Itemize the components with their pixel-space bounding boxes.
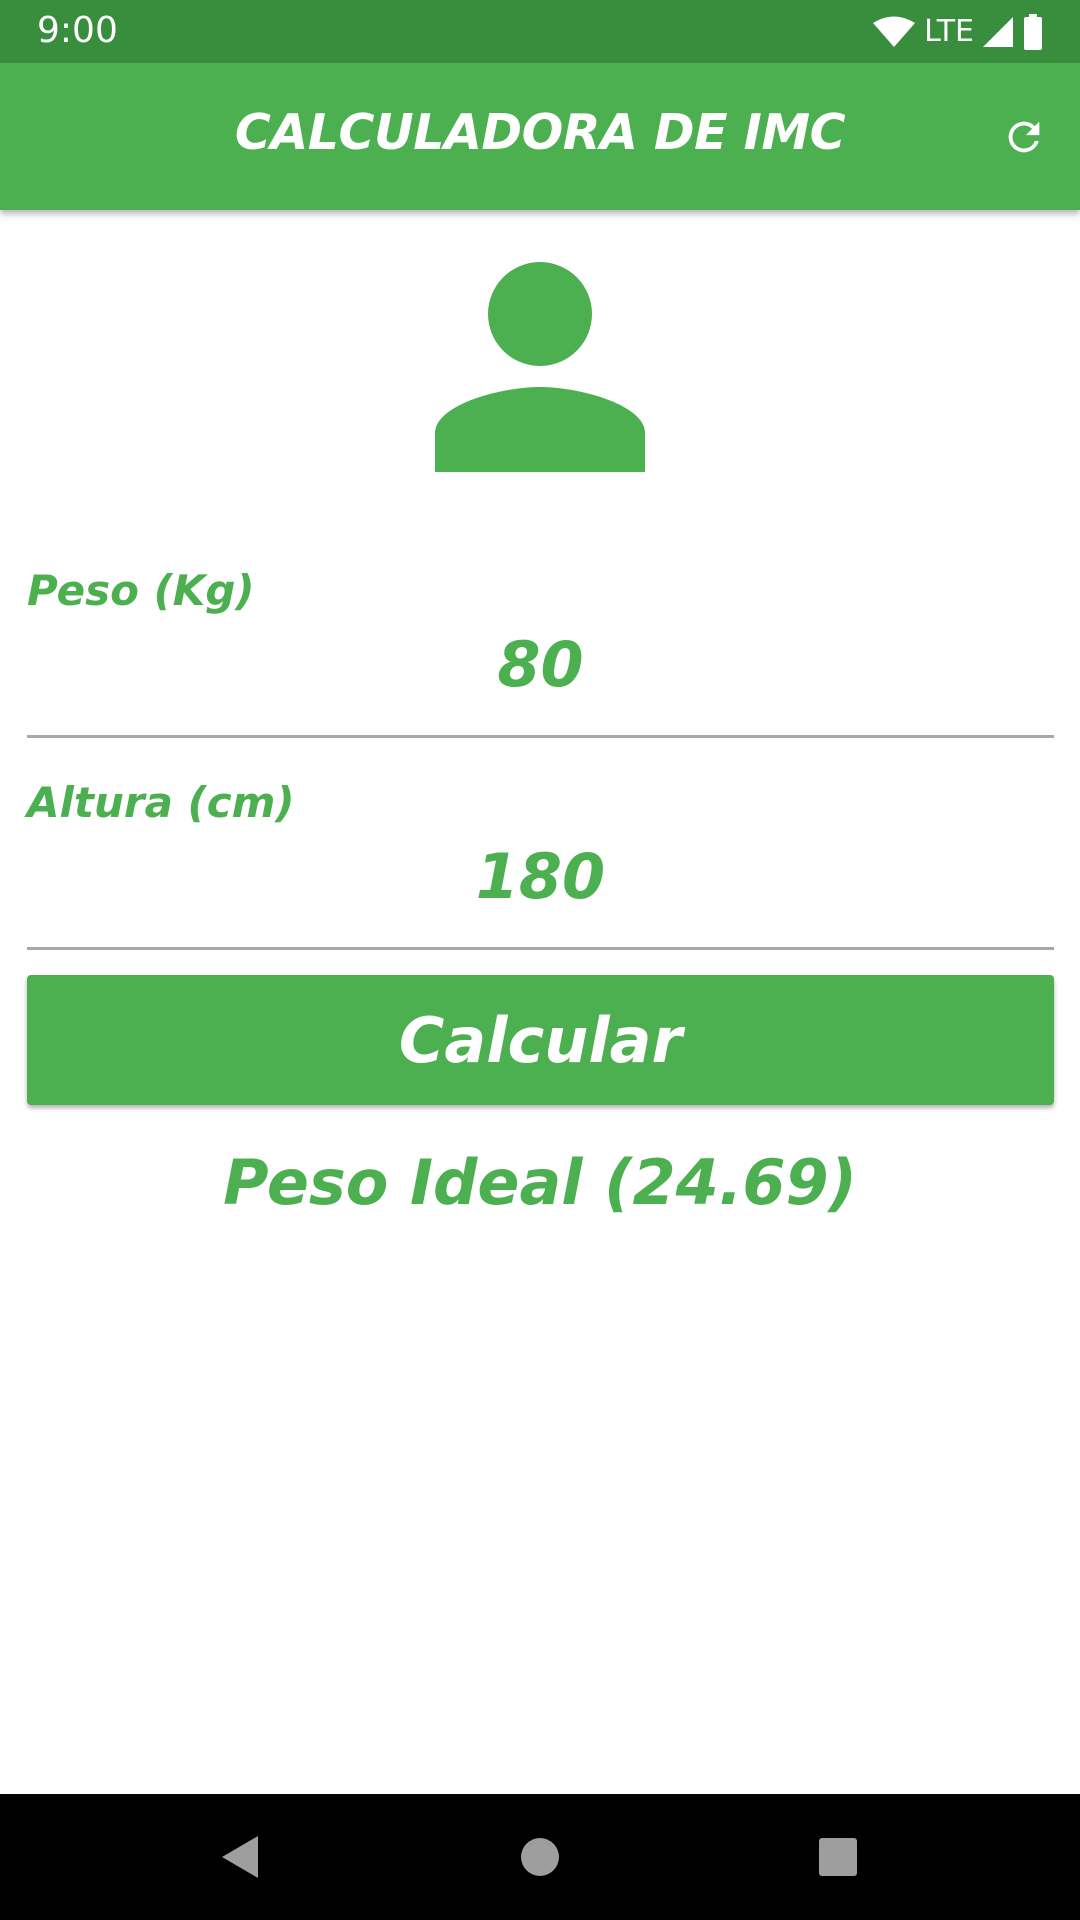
home-icon — [521, 1838, 559, 1876]
back-icon — [222, 1836, 258, 1878]
recents-icon — [819, 1838, 857, 1876]
wifi-icon — [873, 16, 916, 47]
screen: 9:00 LTE CALCULADORA DE IMC Peso (Kg) 80… — [0, 0, 1080, 1920]
person-icon — [435, 262, 645, 472]
calculate-button[interactable]: Calcular — [27, 975, 1054, 1105]
refresh-button[interactable] — [998, 111, 1050, 163]
navigation-bar — [0, 1794, 1080, 1920]
height-input[interactable] — [27, 832, 1054, 920]
battery-icon — [1024, 14, 1042, 50]
status-time: 9:00 — [37, 10, 118, 51]
weight-input[interactable] — [27, 620, 1054, 708]
result-text: Peso Ideal (24.69) — [223, 1146, 857, 1219]
recents-button[interactable] — [808, 1827, 868, 1887]
refresh-icon — [1008, 121, 1040, 153]
app-title: CALCULADORA DE IMC — [234, 104, 846, 161]
network-type-label: LTE — [924, 14, 974, 49]
signal-icon — [983, 17, 1013, 47]
height-label: Altura (cm) — [27, 778, 295, 827]
status-bar: 9:00 LTE — [0, 0, 1080, 63]
weight-input-underline — [27, 735, 1054, 738]
app-bar: CALCULADORA DE IMC — [0, 63, 1080, 210]
status-icons: LTE — [872, 12, 1044, 52]
weight-label: Peso (Kg) — [27, 566, 255, 615]
back-button[interactable] — [210, 1827, 270, 1887]
home-button[interactable] — [510, 1827, 570, 1887]
height-input-underline — [27, 947, 1054, 950]
